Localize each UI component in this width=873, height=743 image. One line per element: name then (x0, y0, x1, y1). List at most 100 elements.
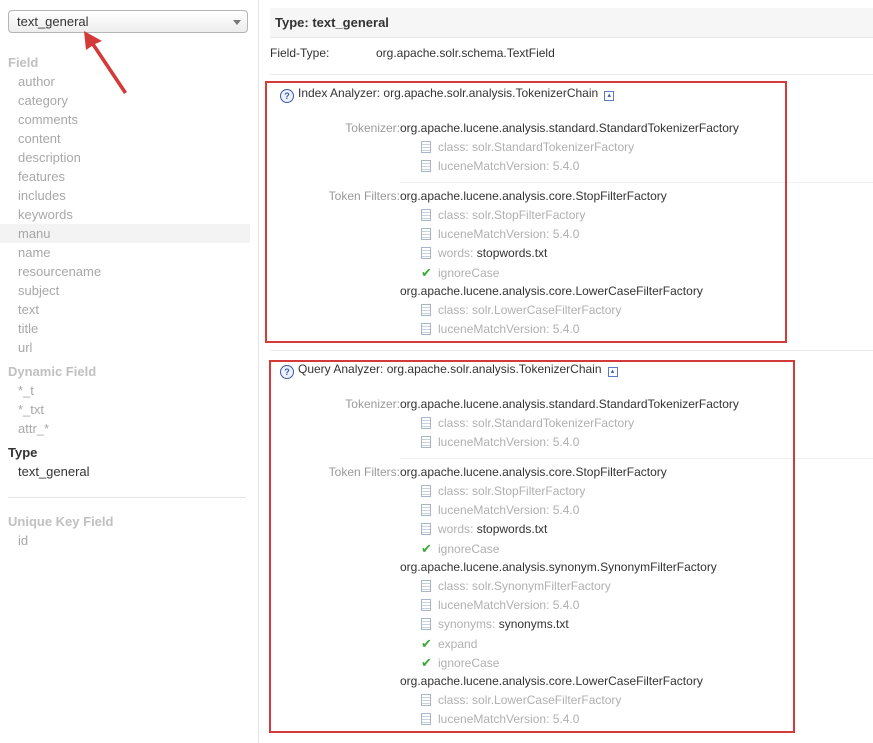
type-select-value: text_general (17, 14, 89, 29)
sidebar-dynamic-item[interactable]: *_t (0, 381, 250, 400)
token-filters-label: Token Filters: (328, 465, 400, 479)
lowercase-filter-row: org.apache.lucene.analysis.core.LowerCas… (270, 672, 873, 691)
document-icon (421, 485, 431, 497)
collapse-icon[interactable]: ▴ (607, 367, 618, 377)
index-analyzer-label: Index Analyzer: (298, 86, 381, 100)
document-icon (421, 580, 431, 592)
sidebar-field-item[interactable]: name (0, 243, 250, 262)
sidebar-dynamic-item[interactable]: *_txt (0, 400, 250, 419)
help-icon[interactable]: ? (280, 365, 294, 379)
document-icon (421, 417, 431, 429)
property-item: luceneMatchVersion: 5.4.0 (421, 710, 579, 729)
property-item: class: solr.LowerCaseFilterFactory (421, 691, 621, 710)
property-item: words: stopwords.txt (421, 520, 547, 539)
sidebar-field-item[interactable]: url (0, 338, 250, 357)
divider (400, 458, 873, 459)
sidebar-field-item[interactable]: resourcename (0, 262, 250, 281)
sidebar-type-item-selected[interactable]: text_general (0, 462, 250, 481)
index-analyzer-header: ? Index Analyzer: org.apache.solr.analysi… (280, 86, 615, 103)
sidebar-field-item[interactable]: comments (0, 110, 250, 129)
property-item: class: solr.StandardTokenizerFactory (421, 138, 634, 157)
document-icon (421, 504, 431, 516)
help-icon[interactable]: ? (280, 89, 294, 103)
property-item: class: solr.SynonymFilterFactory (421, 577, 611, 596)
document-icon (421, 713, 431, 725)
sidebar-unique-item[interactable]: id (0, 531, 250, 550)
document-icon (421, 228, 431, 240)
query-analyzer-class: org.apache.solr.analysis.TokenizerChain (386, 362, 602, 376)
sidebar-field-item[interactable]: description (0, 148, 250, 167)
document-icon (421, 160, 431, 172)
document-icon (421, 247, 431, 259)
property-item: class: solr.StandardTokenizerFactory (421, 414, 634, 433)
field-type-row: Field-Type: org.apache.solr.schema.TextFi… (270, 46, 555, 60)
synonym-filter-class: org.apache.lucene.analysis.synonym.Synon… (400, 560, 717, 574)
sidebar-field-item[interactable]: subject (0, 281, 250, 300)
token-filters-row: Token Filters: org.apache.lucene.analysi… (270, 187, 873, 206)
token-filters-label: Token Filters: (328, 189, 400, 203)
divider (400, 182, 873, 183)
flag-item: ✔ ignoreCase (421, 541, 500, 556)
sidebar-field-item[interactable]: content (0, 129, 250, 148)
sidebar-field-item[interactable]: features (0, 167, 250, 186)
sidebar-field-item[interactable]: title (0, 319, 250, 338)
property-item: class: solr.LowerCaseFilterFactory (421, 301, 621, 320)
sidebar-dynamic-item[interactable]: attr_* (0, 419, 250, 438)
checkmark-icon: ✔ (421, 265, 432, 280)
tokenizer-label: Tokenizer: (345, 121, 400, 135)
document-icon (421, 323, 431, 335)
divider (270, 74, 873, 75)
property-item: luceneMatchVersion: 5.4.0 (421, 501, 579, 520)
document-icon (421, 599, 431, 611)
lowercase-filter-row: org.apache.lucene.analysis.core.LowerCas… (270, 282, 873, 301)
property-item: class: solr.StopFilterFactory (421, 206, 585, 225)
sidebar-field-item[interactable]: includes (0, 186, 250, 205)
unique-key-heading: Unique Key Field (8, 514, 114, 529)
checkmark-icon: ✔ (421, 636, 432, 651)
dynamic-field-list: Dynamic Field *_t *_txt attr_* (0, 362, 250, 438)
type-heading: Type (8, 445, 38, 460)
field-list: Field author category comments content d… (0, 53, 250, 357)
token-filters-row: Token Filters: org.apache.lucene.analysi… (270, 463, 873, 482)
property-item: luceneMatchVersion: 5.4.0 (421, 433, 579, 452)
unique-key-list: Unique Key Field id (0, 512, 250, 550)
tokenizer-class: org.apache.lucene.analysis.standard.Stan… (400, 397, 739, 411)
property-item: luceneMatchVersion: 5.4.0 (421, 320, 579, 339)
tokenizer-row: Tokenizer: org.apache.lucene.analysis.st… (270, 395, 873, 414)
sidebar-divider (8, 497, 246, 498)
tokenizer-label: Tokenizer: (345, 397, 400, 411)
sidebar-field-item[interactable]: category (0, 91, 250, 110)
main-panel: Type: text_general Field-Type: org.apache… (270, 0, 873, 743)
tokenizer-class: org.apache.lucene.analysis.standard.Stan… (400, 121, 739, 135)
dynamic-field-heading: Dynamic Field (8, 364, 97, 379)
page-title: Type: text_general (270, 8, 873, 38)
collapse-icon[interactable]: ▴ (604, 91, 615, 101)
document-icon (421, 618, 431, 630)
document-icon (421, 523, 431, 535)
property-item: synonyms: synonyms.txt (421, 615, 569, 634)
property-item: class: solr.StopFilterFactory (421, 482, 585, 501)
stop-filter-class: org.apache.lucene.analysis.core.StopFilt… (400, 189, 667, 203)
field-type-value: org.apache.solr.schema.TextField (376, 46, 555, 60)
document-icon (421, 141, 431, 153)
query-analyzer-header: ? Query Analyzer: org.apache.solr.analysi… (280, 362, 618, 379)
synonym-filter-row: org.apache.lucene.analysis.synonym.Synon… (270, 558, 873, 577)
tokenizer-row: Tokenizer: org.apache.lucene.analysis.st… (270, 119, 873, 138)
property-item: luceneMatchVersion: 5.4.0 (421, 225, 579, 244)
query-analyzer-label: Query Analyzer: (298, 362, 384, 376)
document-icon (421, 209, 431, 221)
index-analyzer-class: org.apache.solr.analysis.TokenizerChain (383, 86, 599, 100)
stop-filter-class: org.apache.lucene.analysis.core.StopFilt… (400, 465, 667, 479)
property-item: luceneMatchVersion: 5.4.0 (421, 596, 579, 615)
type-list: Type text_general (0, 443, 250, 481)
flag-item: ✔ expand (421, 636, 478, 651)
chevron-down-icon (233, 20, 241, 25)
sidebar-field-item[interactable]: keywords (0, 205, 250, 224)
checkmark-icon: ✔ (421, 655, 432, 670)
flag-item: ✔ ignoreCase (421, 655, 500, 670)
sidebar-field-item[interactable]: author (0, 72, 250, 91)
checkmark-icon: ✔ (421, 541, 432, 556)
sidebar-field-item-hovered[interactable]: manu (0, 224, 250, 243)
sidebar-field-item[interactable]: text (0, 300, 250, 319)
field-heading: Field (8, 55, 39, 70)
